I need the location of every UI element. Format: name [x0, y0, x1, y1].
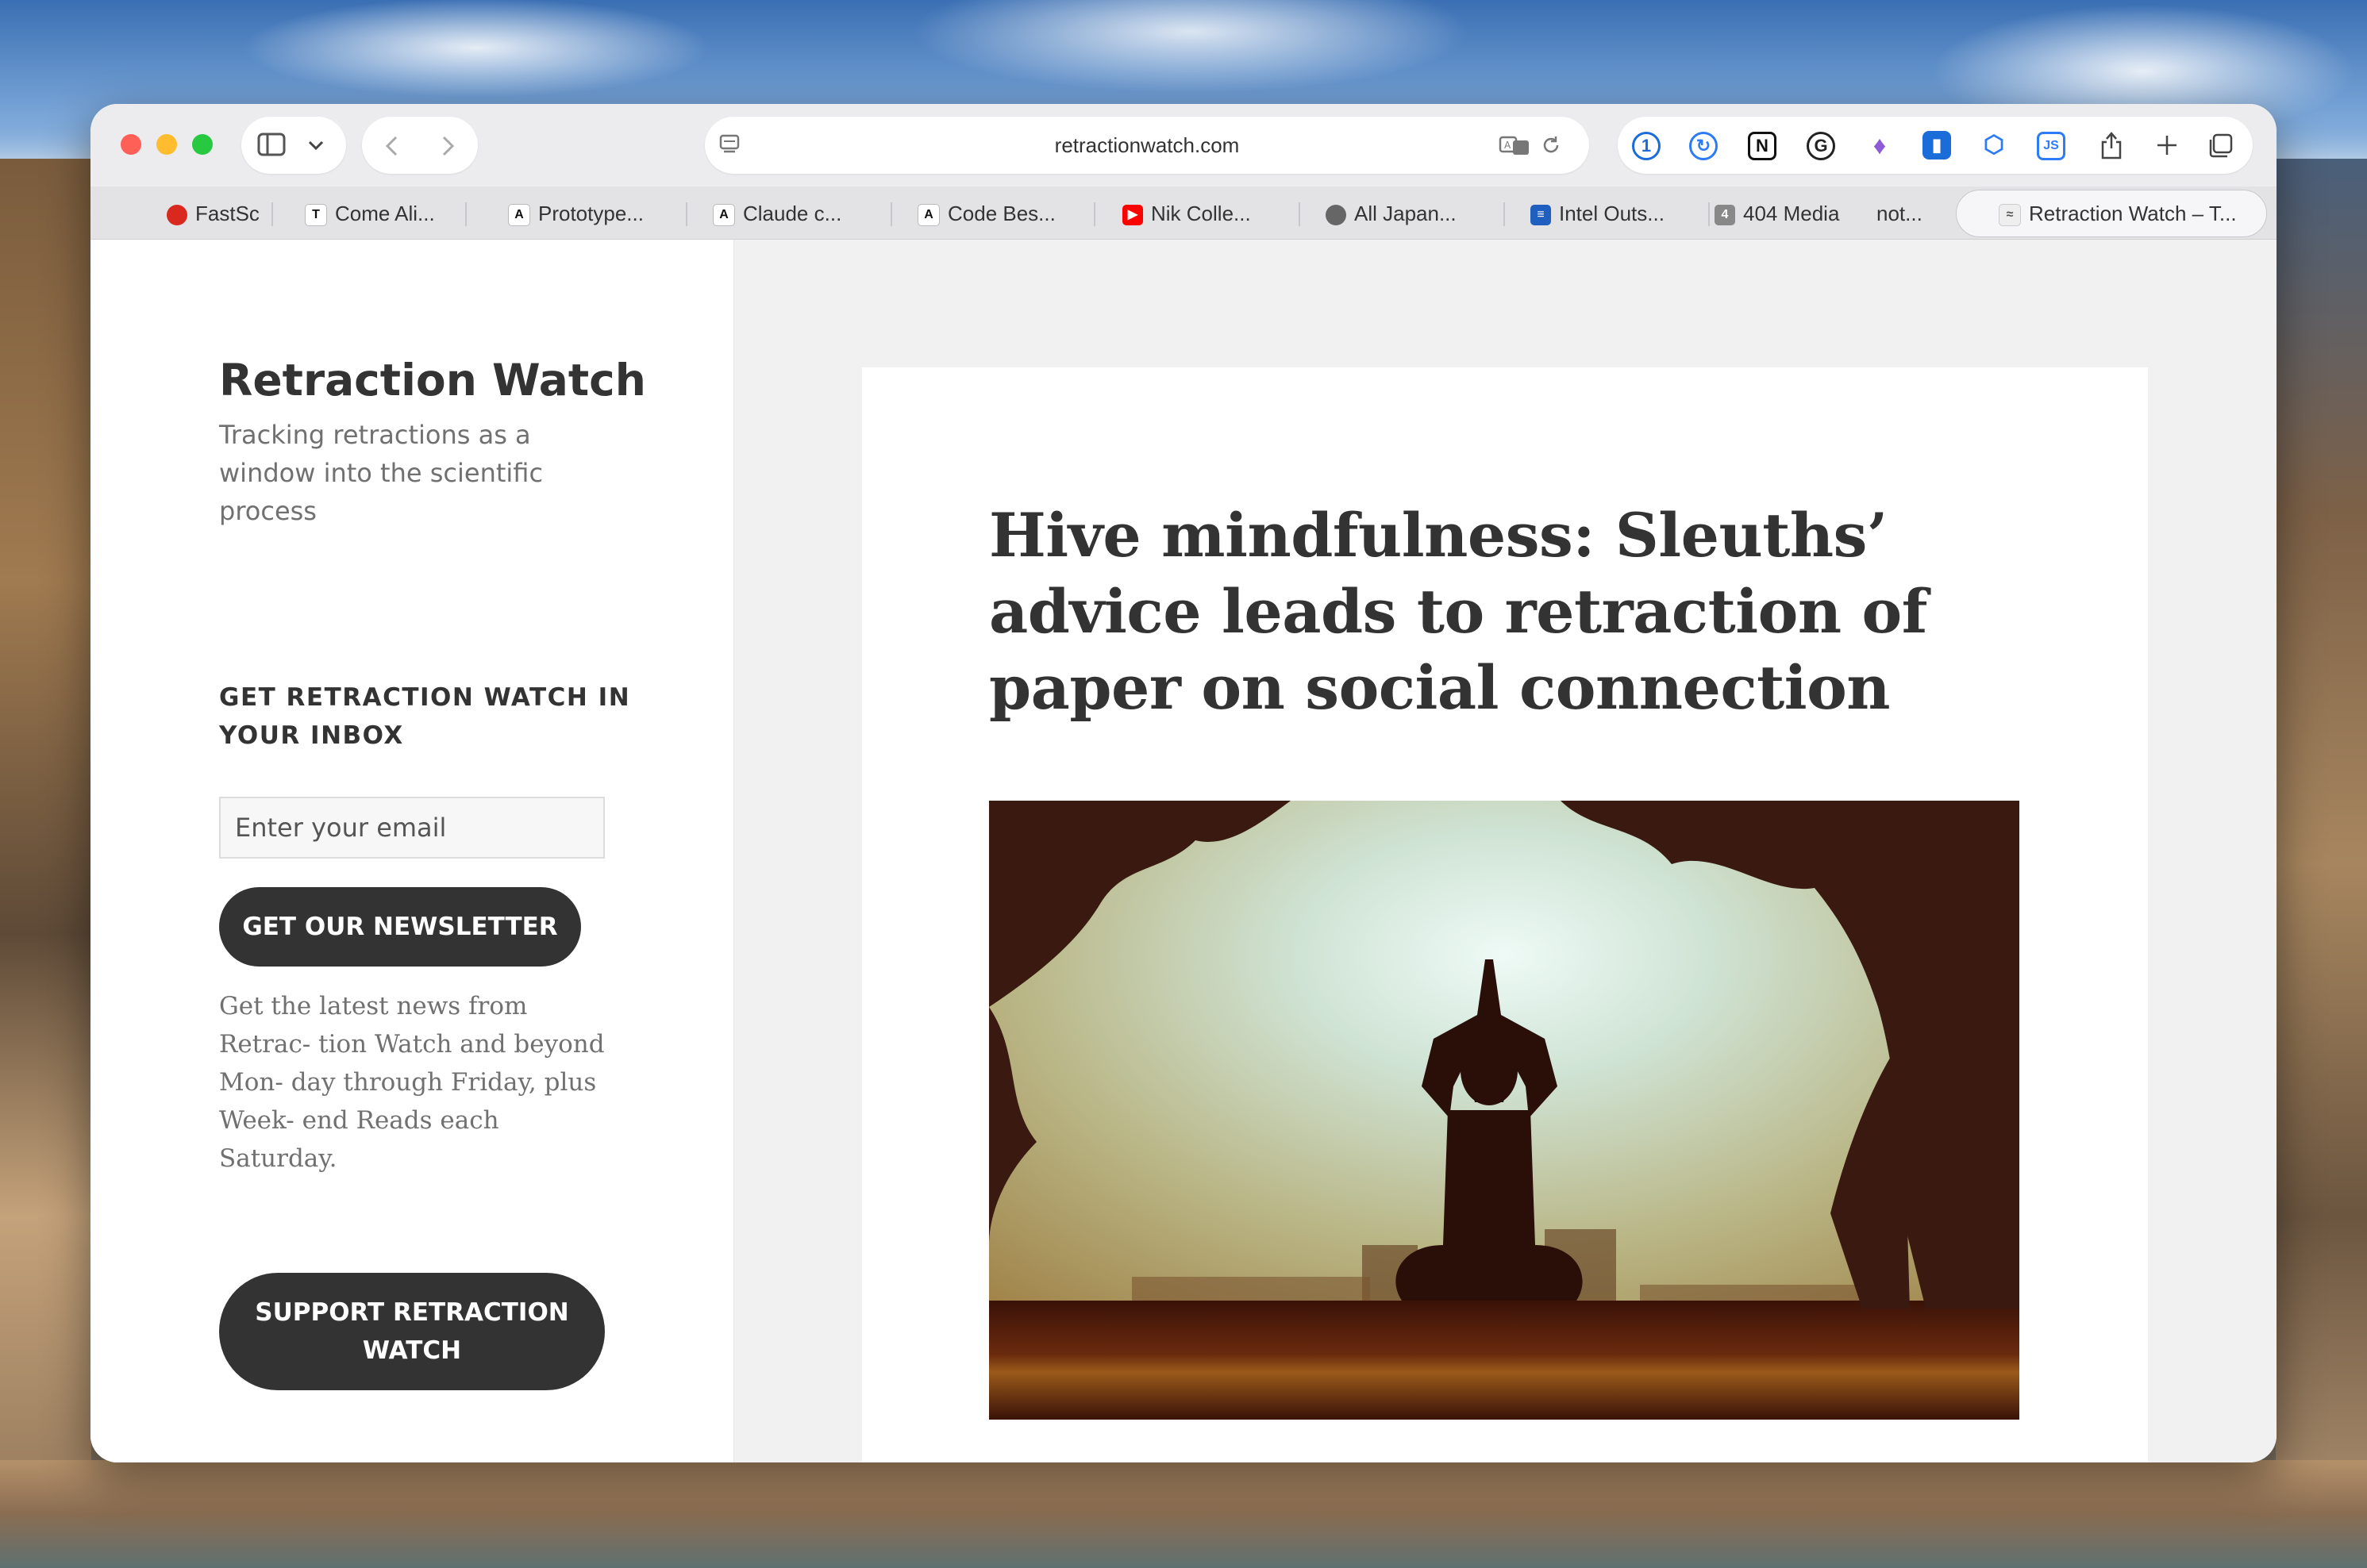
desktop-rock-left [0, 159, 91, 1568]
zoom-window-button[interactable] [192, 134, 213, 155]
js-icon[interactable]: JS [2037, 132, 2065, 160]
browser-window: retractionwatch.com A 1 ↻ N G ♦ ▮ ⬡ JS F… [90, 104, 2277, 1462]
bookmark-icon[interactable]: ▮ [1922, 131, 1951, 159]
back-icon[interactable] [383, 134, 402, 158]
tab-404-media[interactable]: 4 404 Media [1715, 196, 1859, 231]
leaf-icon[interactable]: ♦ [1865, 131, 1894, 159]
article-headline[interactable]: Hive mindfulness: Sleuths’ advice leads … [989, 498, 2037, 726]
tab-label: 404 Media [1743, 202, 1840, 225]
tab-label: Prototype... [538, 202, 644, 225]
anthropic-icon: A [918, 204, 940, 227]
meditation-silhouette-image [989, 801, 2019, 1420]
desktop-ground [0, 1460, 2367, 1568]
tab-label: Retraction Watch – T... [2029, 202, 2237, 225]
anthropic-icon: A [508, 204, 530, 227]
tab-label: Claude c... [743, 202, 842, 225]
retraction-watch-icon: ≈ [1999, 204, 2021, 227]
tab-label: Nik Colle... [1151, 202, 1251, 225]
tab-label: Intel Outs... [1559, 202, 1665, 225]
browser-toolbar: retractionwatch.com A 1 ↻ N G ♦ ▮ ⬡ JS [90, 104, 2277, 186]
article-card: Hive mindfulness: Sleuths’ advice leads … [862, 367, 2148, 1462]
tab-claude[interactable]: A Claude c... [713, 196, 864, 231]
newsletter-button[interactable]: GET OUR NEWSLETTER [219, 887, 581, 967]
refresh-circle-icon[interactable]: ↻ [1689, 132, 1718, 160]
fastsc-icon [167, 205, 187, 226]
tab-retraction-watch[interactable]: ≈ Retraction Watch – T... [1999, 196, 2253, 231]
tab-label: not... [1876, 202, 1922, 225]
desktop-rock-right [2276, 159, 2367, 1568]
youtube-icon: ▶ [1122, 205, 1143, 226]
tab-not[interactable]: not... [1876, 196, 1940, 231]
tab-label: Come Ali... [335, 202, 435, 225]
tab-overview-icon[interactable] [2207, 133, 2234, 159]
1password-icon[interactable]: 1 [1632, 132, 1661, 160]
sidebar-icon[interactable] [257, 133, 286, 156]
article-image[interactable] [989, 801, 2019, 1420]
new-tab-icon[interactable] [2154, 133, 2180, 158]
cube-icon[interactable]: ⬡ [1980, 131, 2008, 159]
tab-all-japan[interactable]: All Japan... [1326, 196, 1488, 231]
reload-icon[interactable] [1540, 134, 1562, 156]
newsletter-description: Get the latest news from Retrac- tion Wa… [219, 992, 605, 1173]
translate-icon[interactable]: A [1499, 134, 1530, 156]
document-icon: ≡ [1530, 205, 1551, 226]
tab-fastsc[interactable]: FastSc [167, 196, 260, 231]
minimize-window-button[interactable] [156, 134, 177, 155]
address-bar[interactable]: retractionwatch.com A [705, 117, 1589, 174]
forward-icon[interactable] [438, 134, 457, 158]
email-input[interactable]: Enter your email [219, 797, 605, 859]
notion-icon[interactable]: N [1748, 132, 1776, 160]
tab-nik-colle[interactable]: ▶ Nik Colle... [1122, 196, 1281, 231]
site-title[interactable]: Retraction Watch [219, 355, 646, 405]
anthropic-icon: A [713, 204, 735, 227]
person-icon [1326, 205, 1346, 226]
sidebar-toggle-group [241, 117, 346, 174]
tab-label: FastSc [195, 202, 260, 225]
share-icon[interactable] [2099, 129, 2124, 161]
close-window-button[interactable] [121, 134, 141, 155]
tab-label: All Japan... [1354, 202, 1457, 225]
extensions-bar: 1 ↻ N G ♦ ▮ ⬡ JS [1618, 117, 2253, 174]
site-description: Tracking retractions as a window into th… [219, 420, 544, 526]
web-page: Retraction Watch Tracking retractions as… [90, 240, 2277, 1462]
navigation-group [362, 117, 478, 174]
tab-come-ali[interactable]: T Come Ali... [305, 196, 456, 231]
sidebar: Retraction Watch Tracking retractions as… [90, 240, 733, 1462]
grammarly-icon[interactable]: G [1807, 132, 1835, 160]
support-button[interactable]: SUPPORT RETRACTION WATCH [219, 1273, 605, 1390]
svg-text:A: A [1504, 140, 1511, 151]
tab-label: Code Bes... [948, 202, 1056, 225]
tab-code-bes[interactable]: A Code Bes... [918, 196, 1084, 231]
tab-intel-outs[interactable]: ≡ Intel Outs... [1530, 196, 1695, 231]
tab-prototype[interactable]: A Prototype... [508, 196, 675, 231]
404-media-icon: 4 [1715, 205, 1735, 226]
chevron-down-icon[interactable] [306, 137, 325, 153]
url-text[interactable]: retractionwatch.com [705, 117, 1589, 174]
tl-icon: T [305, 204, 327, 227]
newsletter-heading: GET RETRACTION WATCH IN YOUR INBOX [219, 683, 631, 750]
